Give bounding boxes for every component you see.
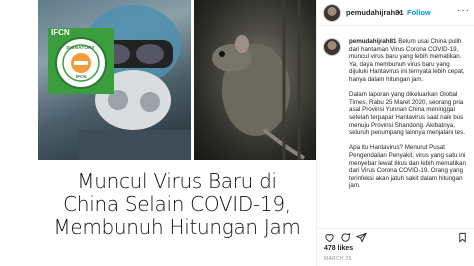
- caption-avatar[interactable]: [323, 38, 341, 56]
- post-headline: Muncul Virus Baru di China Selain COVID-…: [38, 170, 316, 239]
- caption-paragraph-2: Dalam laporan yang dikeluarkan Global Ti…: [349, 91, 465, 137]
- caption-paragraph-1: Belum usai China pulih dari hantaman Vir…: [349, 38, 465, 83]
- seal-brand: IFCN: [51, 28, 70, 37]
- post-date: MARCH 25: [324, 256, 352, 262]
- follow-button[interactable]: Follow: [407, 8, 431, 17]
- caption-paragraph-3: Apa itu Hantavirus? Menurut Pusat Pengen…: [349, 144, 466, 190]
- header-username[interactable]: pemudahijrah81: [346, 8, 404, 17]
- caption-username[interactable]: pemudahijrah81: [349, 38, 396, 45]
- post-caption: pemudahijrah81 Belum usai China pulih da…: [317, 36, 474, 228]
- likes-count[interactable]: 478 likes: [324, 245, 353, 252]
- more-options-icon[interactable]: ···: [457, 5, 470, 16]
- share-icon[interactable]: [356, 232, 367, 243]
- post-image[interactable]: IFCN SIGNATORY IFCN Muncul Virus Baru di…: [38, 0, 316, 266]
- seal-text-top: SIGNATORY: [66, 45, 95, 50]
- comment-icon[interactable]: [340, 232, 351, 243]
- rat-illustration: [212, 0, 305, 160]
- bookmark-icon[interactable]: [457, 232, 468, 243]
- headline-line-3: Membunuh Hitungan Jam: [53, 215, 301, 239]
- headline-line-1: Muncul Virus Baru di: [77, 169, 277, 193]
- seal-text-bottom: IFCN: [76, 74, 87, 79]
- caption-text: pemudahijrah81 Belum usai China pulih da…: [349, 38, 469, 197]
- separator-dot: •: [398, 8, 401, 17]
- rat-photo: [194, 0, 316, 160]
- post-side-panel: pemudahijrah81 • Follow ··· pemudahijrah…: [316, 0, 474, 266]
- avatar[interactable]: [323, 4, 341, 22]
- post-header: pemudahijrah81 • Follow ···: [317, 0, 474, 26]
- headline-line-2: China Selain COVID-19,: [63, 192, 291, 216]
- heart-icon[interactable]: [324, 232, 335, 243]
- action-bar: [317, 228, 474, 244]
- ifcn-signatory-seal: [48, 28, 114, 94]
